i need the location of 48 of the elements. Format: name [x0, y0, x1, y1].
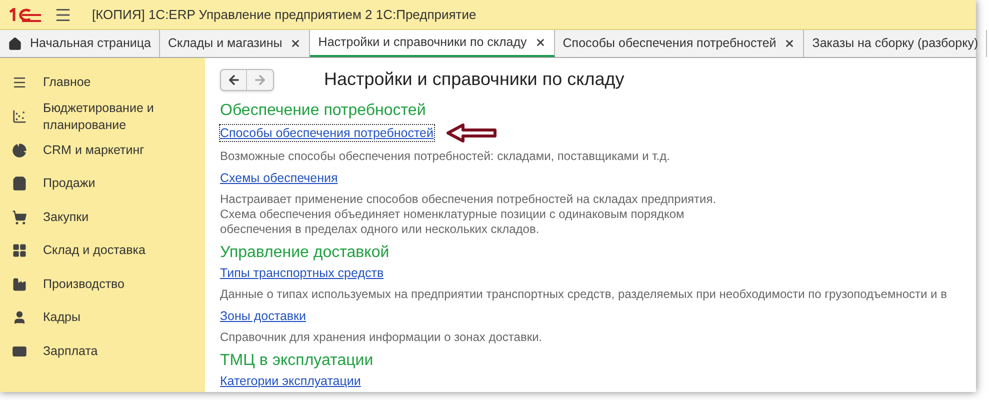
sidebar-item[interactable]: Кадры [43, 309, 173, 326]
tab-label: Способы обеспечения потребностей [562, 35, 776, 52]
sidebar-item[interactable]: Закупки [43, 208, 173, 226]
grid-icon [12, 243, 27, 258]
description-text: Схема обеспечения объединяет номенклатурные позиции с одинаковым порядком [220, 207, 686, 222]
link[interactable]: Способы обеспечения потребностей [220, 125, 434, 141]
tab-label: Заказы на сборку (разборку) [812, 35, 978, 52]
user-icon [12, 310, 27, 326]
sidebar-item[interactable]: Главное [43, 74, 173, 92]
cart-icon [12, 210, 27, 225]
tab-label: Начальная страница [30, 35, 151, 52]
factory-icon [12, 276, 27, 292]
link[interactable]: Зоны доставки [220, 308, 306, 324]
window-title: [КОПИЯ] 1С:ERP Управление предприятием 2 1С:Предприятие [92, 6, 476, 24]
logo-icon [8, 8, 42, 22]
sidebar-item[interactable]: CRM и маркетинг [43, 142, 173, 159]
menu-icon [12, 75, 27, 90]
tab[interactable]: Заказы на сборку (разборку) [804, 30, 988, 57]
page-title: Настройки и справочники по складу [324, 68, 624, 91]
tab[interactable]: Способы обеспечения потребностей [554, 30, 804, 57]
description-text: Справочник для хранения информации о зонах доставки. [220, 330, 544, 345]
tab[interactable]: Начальная страница [0, 30, 160, 57]
description-text: обеспечения в пределах одного или нескольких складов. [220, 222, 540, 237]
sidebar-item[interactable]: Зарплата [43, 342, 173, 360]
description-text: Настраивает применение способов обеспечения потребностей на складах предприятия. [220, 192, 718, 207]
sidebar-item[interactable]: Производство [43, 276, 173, 293]
description-text: Данные о типах используемых на предприятии транспортных средств, разделяемых при необходимости по грузоподъемности и в [220, 287, 948, 302]
section-title: ТМЦ в эксплуатации [220, 351, 374, 371]
close-icon[interactable] [784, 38, 796, 49]
chart-icon [12, 109, 27, 124]
tab[interactable]: Настройки и справочники по складу [310, 30, 555, 57]
home-icon [8, 36, 22, 50]
link[interactable]: Типы транспортных средств [220, 265, 384, 281]
link[interactable]: Схемы обеспечения [220, 170, 338, 186]
sidebar-item[interactable]: Бюджетирование и планирование [43, 100, 173, 134]
sidebar-item[interactable]: Склад и доставка [43, 242, 173, 260]
close-icon[interactable] [290, 38, 302, 49]
tab-label: Склады и магазины [168, 35, 282, 52]
close-icon[interactable] [534, 37, 546, 48]
section-title: Управление доставкой [220, 243, 390, 263]
forward-arrow-icon [253, 72, 267, 86]
pie-chart-icon [12, 142, 27, 158]
tab-label: Настройки и справочники по складу [318, 34, 527, 52]
sidebar-item[interactable]: Продажи [43, 175, 173, 192]
description-text: Возможные способы обеспечения потребностей: складами, поставщиками и т.д. [220, 149, 671, 164]
link[interactable]: Категории эксплуатации [220, 373, 361, 389]
section-title: Обеспечение потребностей [220, 101, 427, 121]
back-arrow-icon [226, 72, 240, 86]
